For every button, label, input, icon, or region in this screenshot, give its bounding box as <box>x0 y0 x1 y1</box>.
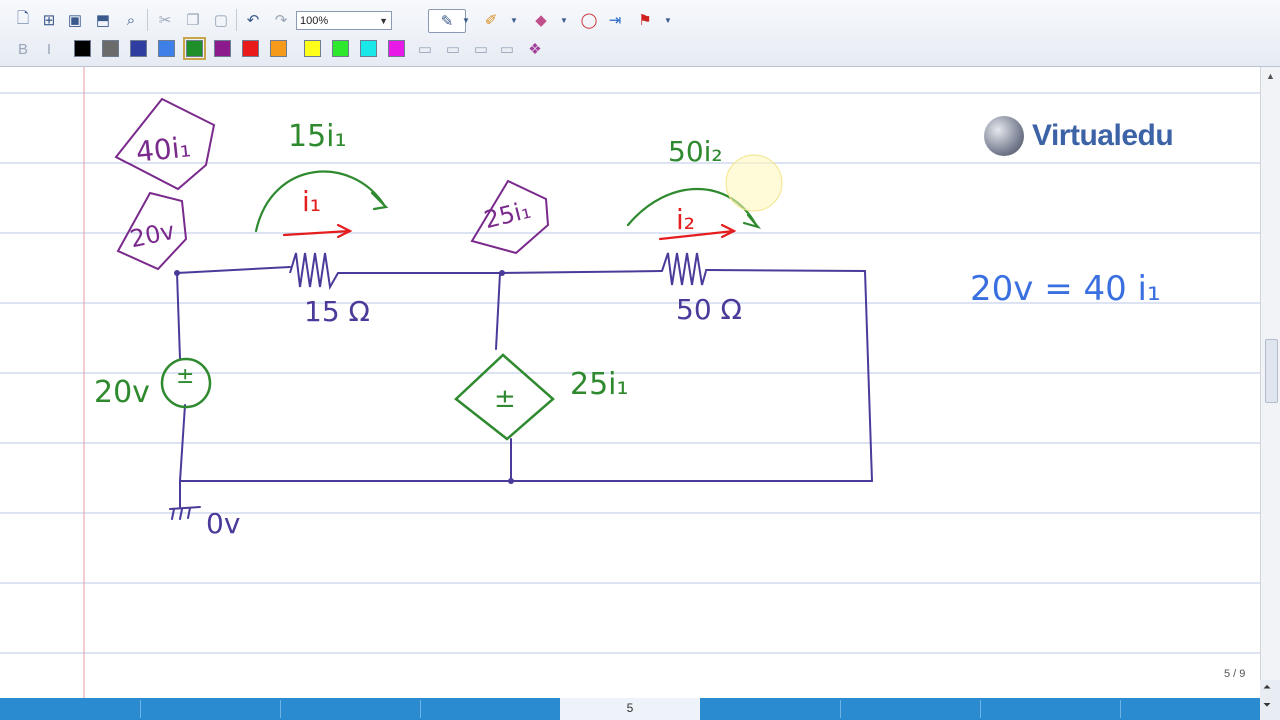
bold-icon[interactable]: B <box>12 38 34 60</box>
prev-page-icon[interactable]: ⏶ <box>1263 682 1271 693</box>
highlighter-icon[interactable]: ✐ <box>480 9 502 31</box>
eraser-dropdown-icon[interactable]: ▼ <box>558 9 570 31</box>
pointer-dropdown-icon[interactable]: ▼ <box>662 9 674 31</box>
dependent-source-plus: ± <box>494 384 516 414</box>
page-tab[interactable] <box>1120 700 1261 718</box>
color-swatch[interactable] <box>102 40 119 57</box>
page-indicator: 5 / 9 <box>1224 668 1246 680</box>
fill-icon[interactable]: ▭ <box>496 38 518 60</box>
chevron-down-icon: ▼ <box>379 16 388 26</box>
resistor-15ohm <box>289 252 339 291</box>
node-dot <box>174 270 180 276</box>
copy-icon[interactable]: ❐ <box>182 9 204 31</box>
page-tab[interactable] <box>280 700 421 718</box>
toolbar-separator <box>236 9 237 31</box>
color-swatch[interactable] <box>388 40 405 57</box>
color-swatch[interactable] <box>360 40 377 57</box>
label-15-ohm: 15 Ω <box>304 295 370 328</box>
color-swatch[interactable] <box>130 40 147 57</box>
lasso-icon[interactable]: ◯ <box>578 9 600 31</box>
page-tab[interactable] <box>980 700 1121 718</box>
color-swatch[interactable] <box>214 40 231 57</box>
vertical-scrollbar[interactable]: ▲ <box>1260 67 1280 698</box>
node-dot <box>508 478 514 484</box>
toolbar-separator <box>147 9 148 31</box>
page-tab[interactable] <box>840 700 981 718</box>
cut-icon[interactable]: ✂ <box>154 9 176 31</box>
find-icon[interactable]: ⌕ <box>120 9 142 31</box>
italic-icon[interactable]: I <box>38 38 60 60</box>
color-swatch[interactable] <box>304 40 321 57</box>
circuit-wires <box>169 266 873 520</box>
add-page-icon[interactable]: ⊞ <box>38 9 60 31</box>
color-palette-icon[interactable]: ❖ <box>524 38 546 60</box>
undo-icon[interactable]: ↶ <box>242 9 264 31</box>
eraser-icon[interactable]: ◆ <box>530 9 552 31</box>
page-tab[interactable] <box>0 700 141 718</box>
label-20v-source: 20v <box>94 375 150 410</box>
label-i2: i₂ <box>676 203 696 236</box>
label-25i1-source: 25i₁ <box>570 367 629 402</box>
redo-icon[interactable]: ↷ <box>270 9 292 31</box>
equation-20v-40i1: 20v = 40 i₁ <box>970 269 1161 309</box>
page-navigation-bar: 5 <box>0 698 1261 720</box>
color-swatch[interactable] <box>332 40 349 57</box>
line-width-icon[interactable]: ▭ <box>414 38 436 60</box>
save-icon[interactable]: ▣ <box>64 9 86 31</box>
label-0v: 0v <box>206 507 241 540</box>
resistor-50ohm <box>661 252 707 286</box>
zoom-value: 100% <box>300 15 329 27</box>
color-swatch[interactable] <box>74 40 91 57</box>
open-icon[interactable]: ⬒ <box>92 9 114 31</box>
label-40i1: 40i₁ <box>134 130 193 169</box>
scroll-up-icon[interactable]: ▲ <box>1266 71 1275 81</box>
page-tab[interactable] <box>420 700 561 718</box>
shape-icon[interactable]: ▭ <box>470 38 492 60</box>
page-nav-buttons: ⏶ ⏷ <box>1260 680 1280 720</box>
toolbar: 🗋 ⊞ ▣ ⬒ ⌕ ✂ ❐ ▢ ↶ ↷ 100% ▼ ✎ ▼ ✐ ▼ ◆ ▼ ◯… <box>0 0 1280 67</box>
color-swatch[interactable] <box>158 40 175 57</box>
new-page-icon[interactable]: 🗋 <box>12 9 34 31</box>
globe-icon <box>984 116 1024 156</box>
color-swatch[interactable] <box>183 37 206 60</box>
next-page-icon[interactable]: ⏷ <box>1263 700 1271 711</box>
pointer-icon[interactable]: ⚑ <box>634 9 656 31</box>
label-i1: i₁ <box>302 185 322 218</box>
line-style-icon[interactable]: ▭ <box>442 38 464 60</box>
page-tab[interactable] <box>140 700 281 718</box>
scroll-thumb[interactable] <box>1265 339 1278 403</box>
paste-icon[interactable]: ▢ <box>210 9 232 31</box>
color-swatch[interactable] <box>270 40 287 57</box>
insert-space-icon[interactable]: ⇥ <box>604 9 626 31</box>
brand-name: Virtualedu <box>1032 119 1174 152</box>
pen-dropdown-icon[interactable]: ▼ <box>460 9 472 31</box>
node-dot <box>499 270 505 276</box>
highlighter-dot <box>725 154 783 212</box>
current-page-tab[interactable]: 5 <box>560 698 700 720</box>
voltage-source-plus: ± <box>176 364 194 389</box>
highlighter-dropdown-icon[interactable]: ▼ <box>508 9 520 31</box>
color-swatch[interactable] <box>242 40 259 57</box>
i2-arrow <box>658 229 736 241</box>
label-15i1: 15i₁ <box>288 119 347 154</box>
label-50-ohm: 50 Ω <box>676 293 742 326</box>
zoom-select[interactable]: 100% ▼ <box>296 11 392 30</box>
label-50i2: 50i₂ <box>668 135 723 168</box>
page-tab[interactable] <box>700 700 841 718</box>
notebook-page[interactable]: ± ± 40i₁ 20v 15i₁ i₁ 25i₁ 50i₂ i₂ 15 Ω 5… <box>0 67 1260 698</box>
virtualedu-logo: Virtualedu <box>984 112 1194 160</box>
